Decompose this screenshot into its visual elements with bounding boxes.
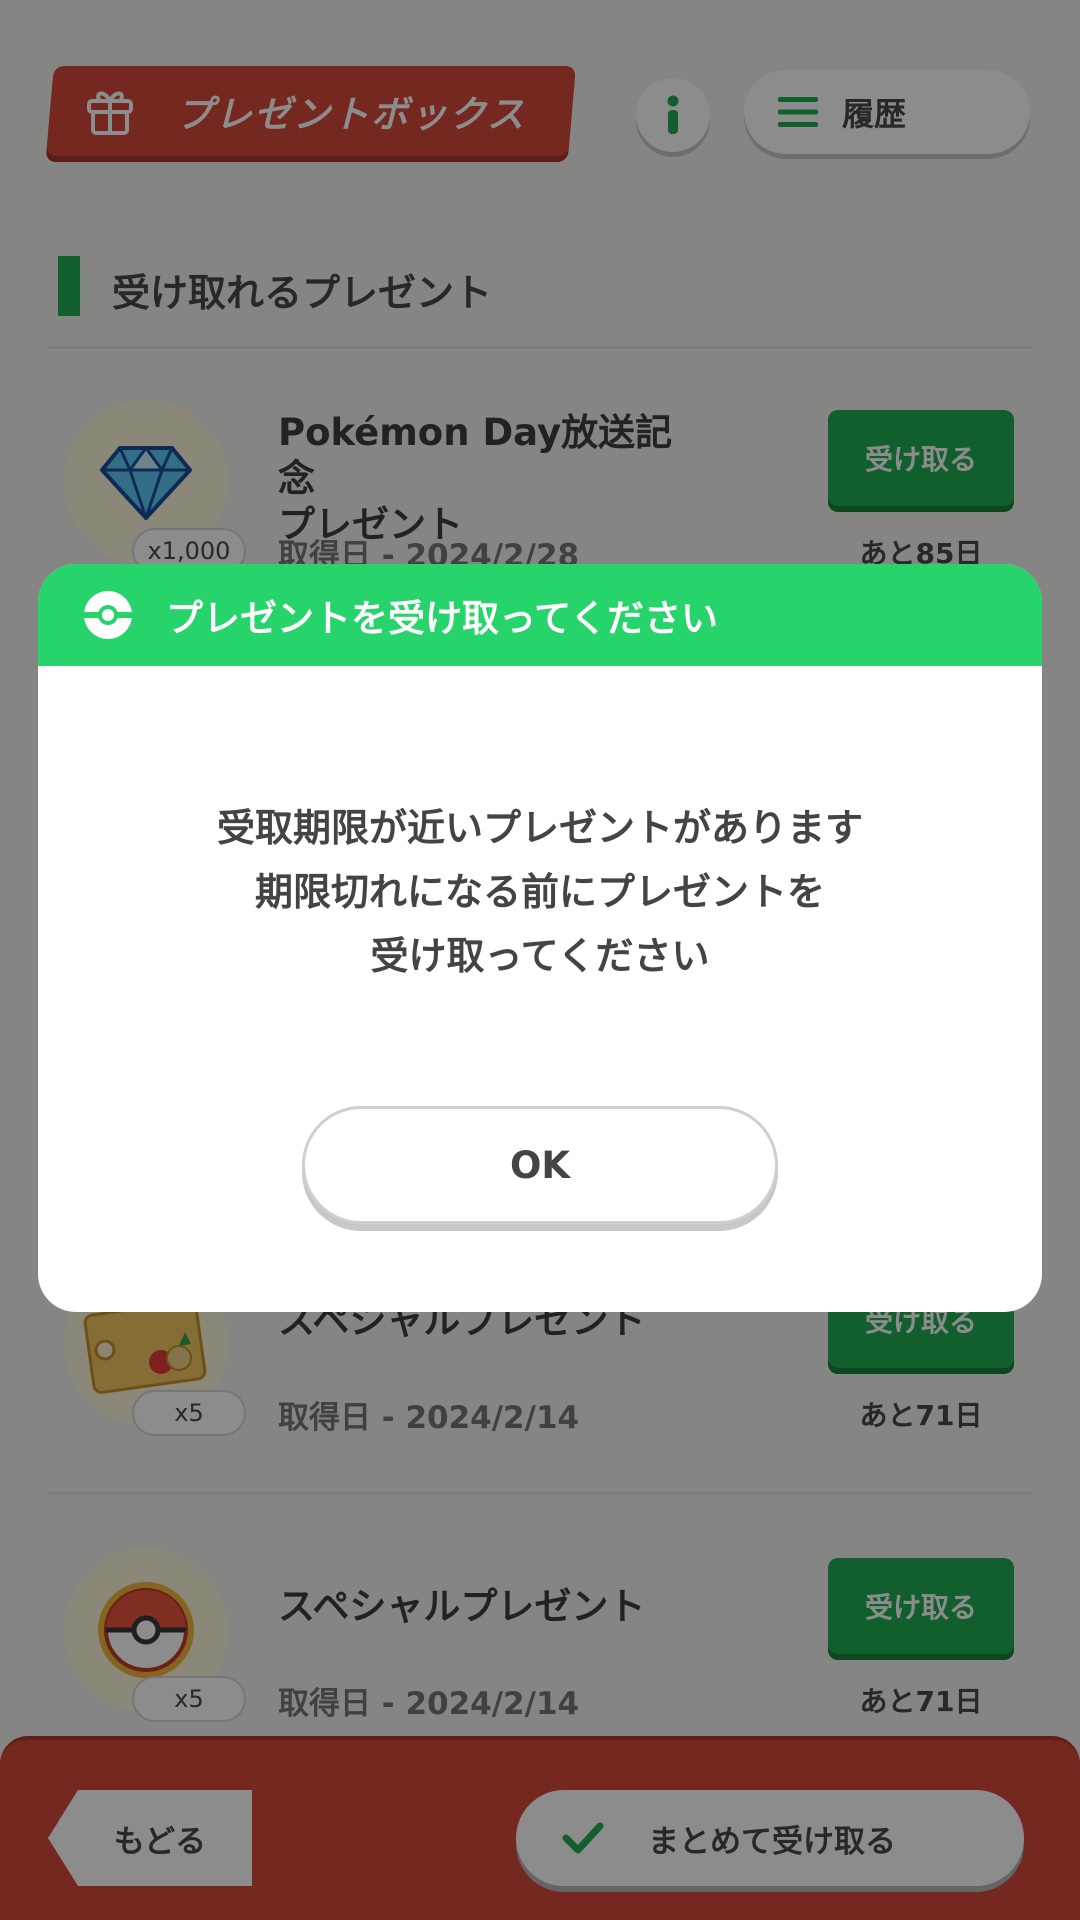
dialog-message: 受取期限が近いプレゼントがあります 期限切れになる前にプレゼントを 受け取ってく…: [38, 796, 1042, 988]
dialog-message-line: 期限切れになる前にプレゼントを: [254, 870, 825, 914]
dialog-message-line: 受取期限が近いプレゼントがあります: [216, 806, 863, 850]
dialog-header: プレゼントを受け取ってください: [38, 564, 1042, 666]
ok-button[interactable]: OK: [302, 1106, 778, 1224]
poke-ball-icon: [84, 591, 132, 639]
receive-reminder-dialog: プレゼントを受け取ってください 受取期限が近いプレゼントがあります 期限切れにな…: [38, 564, 1042, 1312]
dialog-message-line: 受け取ってください: [370, 934, 710, 978]
dialog-title: プレゼントを受け取ってください: [166, 597, 719, 640]
